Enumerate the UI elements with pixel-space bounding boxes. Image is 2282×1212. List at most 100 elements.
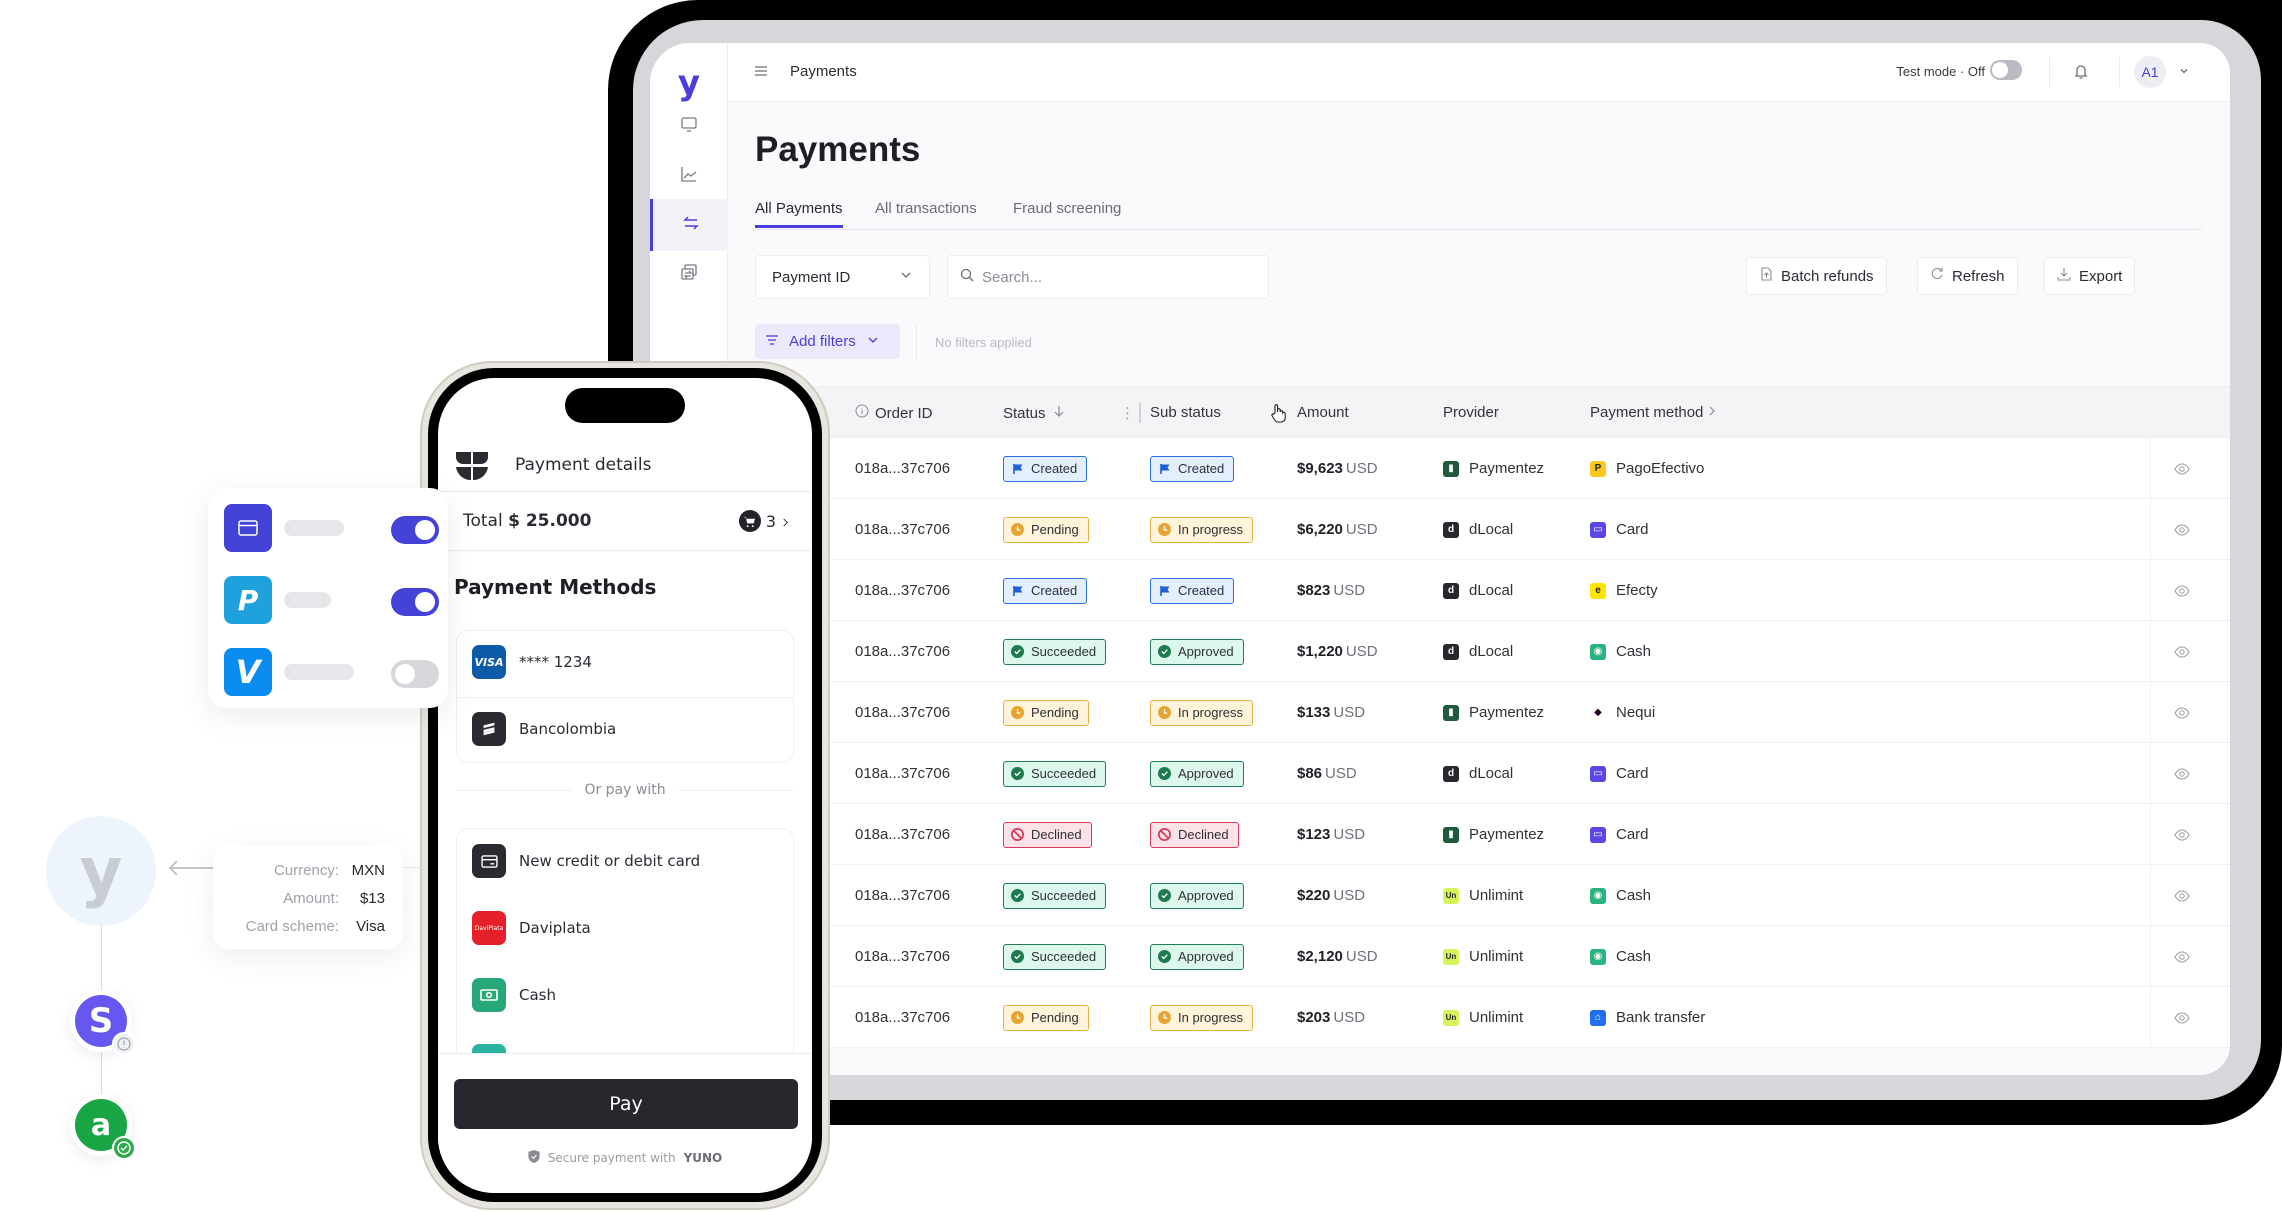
- view-details-eye-icon[interactable]: [2152, 682, 2212, 743]
- currency: USD: [1333, 1009, 1366, 1026]
- view-details-eye-icon[interactable]: [2152, 804, 2212, 865]
- pay-button[interactable]: Pay: [454, 1079, 798, 1129]
- saved-method-visa[interactable]: VISA **** 1234: [472, 645, 592, 679]
- batch-refunds-button[interactable]: Batch refunds: [1746, 257, 1887, 295]
- status-text: Succeeded: [1031, 888, 1097, 903]
- payment-method-name: Nequi: [1616, 704, 1656, 721]
- test-mode-toggle[interactable]: [1990, 60, 2022, 80]
- column-label: Provider: [1443, 404, 1499, 421]
- method-new-card[interactable]: New credit or debit card: [472, 844, 700, 878]
- provider-node-stripe: S: [70, 990, 136, 1056]
- tab-fraud-screening[interactable]: Fraud screening: [1013, 200, 1121, 225]
- view-details-eye-icon[interactable]: [2152, 560, 2212, 621]
- avatar[interactable]: A1: [2134, 56, 2166, 88]
- saved-method-bancolombia[interactable]: Bancolombia: [472, 712, 616, 746]
- status-succeeded-icon: [1011, 950, 1024, 963]
- search-input[interactable]: Search...: [947, 255, 1269, 299]
- view-details-eye-icon[interactable]: [2152, 438, 2212, 499]
- order-id-cell[interactable]: 018a...37c706: [855, 499, 950, 560]
- sidebar-item-overview[interactable]: [650, 101, 728, 151]
- sub-status-badge: In progress: [1150, 516, 1254, 543]
- order-id-cell[interactable]: 018a...37c706: [855, 987, 950, 1048]
- provider-name: Unlimint: [1469, 887, 1524, 904]
- column-header-sub-status[interactable]: Sub status: [1150, 404, 1221, 421]
- table-row[interactable]: ba0018a...37c706CreatedCreated$823USDddL…: [650, 560, 2230, 621]
- view-details-eye-icon[interactable]: [2152, 987, 2212, 1048]
- bell-icon[interactable]: [2072, 62, 2090, 80]
- provider-cell: ▮ Paymentez: [1443, 804, 1544, 865]
- refresh-icon: [1930, 267, 1944, 285]
- toggle-card[interactable]: [391, 516, 439, 544]
- order-id-cell[interactable]: 018a...37c706: [855, 560, 950, 621]
- order-id-cell[interactable]: 018a...37c706: [855, 743, 950, 804]
- flow-connector: [101, 926, 102, 1000]
- status-badge: Created: [1003, 577, 1088, 604]
- table-row[interactable]: ba0018a...37c706SucceededApproved$220USD…: [650, 865, 2230, 926]
- table-row[interactable]: ba0018a...37c706DeclinedDeclined$123USD▮…: [650, 804, 2230, 865]
- sub-status-badge: Approved: [1150, 882, 1244, 909]
- method-daviplata[interactable]: DaviPlata Daviplata: [472, 911, 591, 945]
- view-details-eye-icon[interactable]: [2152, 621, 2212, 682]
- refresh-button[interactable]: Refresh: [1917, 257, 2018, 295]
- sub-status-badge: In progress: [1150, 1004, 1254, 1031]
- table-row[interactable]: ba0018a...37c706SucceededApproved$1,220U…: [650, 621, 2230, 682]
- sidebar-item-payments[interactable]: [650, 199, 728, 251]
- sub-status-cell: Approved: [1150, 926, 1244, 987]
- table-row[interactable]: ba0018a...37c706CreatedCreated$9,623USD▮…: [650, 438, 2230, 499]
- amount-value: $123: [1297, 826, 1331, 843]
- table-row[interactable]: ba0018a...37c706SucceededApproved$86USDd…: [650, 743, 2230, 804]
- view-details-eye-icon[interactable]: [2152, 865, 2212, 926]
- cart-summary-button[interactable]: 3: [738, 510, 790, 532]
- table-row[interactable]: ba0018a...37c706PendingIn progress$203US…: [650, 987, 2230, 1048]
- payment-method-cell: ◉ Cash: [1590, 865, 1651, 926]
- sidebar-item-reconciliation[interactable]: [650, 249, 728, 299]
- export-button[interactable]: Export: [2044, 257, 2136, 295]
- tab-all-transactions[interactable]: All transactions: [875, 200, 977, 225]
- column-header-order-id[interactable]: Order ID: [855, 404, 933, 422]
- hamburger-menu-icon[interactable]: [753, 63, 769, 79]
- column-menu-kebab-icon[interactable]: ⋮: [1120, 404, 1135, 422]
- sub-status-in-progress-icon: [1158, 706, 1171, 719]
- sidebar-item-analytics[interactable]: [650, 151, 728, 201]
- status-badge: Succeeded: [1003, 943, 1107, 970]
- chevron-down-icon[interactable]: [2178, 64, 2190, 76]
- column-header-amount[interactable]: Amount: [1297, 404, 1349, 421]
- toggle-paypal[interactable]: [391, 588, 439, 616]
- table-row[interactable]: ba0018a...37c706SucceededApproved$2,120U…: [650, 926, 2230, 987]
- order-id-cell[interactable]: 018a...37c706: [855, 438, 950, 499]
- provider-name: Paymentez: [1469, 460, 1545, 477]
- toggle-venmo[interactable]: [391, 660, 439, 688]
- page-title: Payments: [755, 130, 921, 169]
- column-header-status[interactable]: Status: [1003, 404, 1066, 422]
- order-id-cell[interactable]: 018a...37c706: [855, 682, 950, 743]
- or-pay-with-text: Or pay with: [584, 782, 666, 798]
- payment-method-cell: ◆ Nequi: [1590, 682, 1655, 743]
- order-id-cell[interactable]: 018a...37c706: [855, 865, 950, 926]
- sort-arrow-down-icon[interactable]: [1052, 404, 1066, 422]
- order-id-cell[interactable]: 018a...37c706: [855, 804, 950, 865]
- column-header-payment-method[interactable]: Payment method: [1590, 404, 1703, 421]
- status-text: Created: [1031, 583, 1078, 598]
- column-resize-handle[interactable]: [1139, 403, 1141, 423]
- chevron-right-icon[interactable]: [1705, 404, 1719, 418]
- status-created-icon: [1011, 584, 1024, 597]
- view-details-eye-icon[interactable]: [2152, 499, 2212, 560]
- method-cash[interactable]: Cash: [472, 978, 556, 1012]
- order-id-cell[interactable]: 018a...37c706: [855, 621, 950, 682]
- status-cell: Succeeded: [1003, 865, 1107, 926]
- column-header-provider[interactable]: Provider: [1443, 404, 1499, 421]
- order-id-cell[interactable]: 018a...37c706: [855, 926, 950, 987]
- payment-methods-heading: Payment Methods: [454, 575, 657, 599]
- add-filters-button[interactable]: Add filters: [755, 324, 900, 359]
- sub-status-cell: Approved: [1150, 621, 1244, 682]
- table-row[interactable]: ba0018a...37c706PendingIn progress$6,220…: [650, 499, 2230, 560]
- view-details-eye-icon[interactable]: [2152, 926, 2212, 987]
- tab-all-payments[interactable]: All Payments: [755, 200, 843, 228]
- filter-field-select[interactable]: Payment ID: [755, 255, 930, 299]
- brand-logo[interactable]: y: [650, 63, 728, 103]
- view-details-eye-icon[interactable]: [2152, 743, 2212, 804]
- sub-status-in-progress-icon: [1158, 1011, 1171, 1024]
- table-row[interactable]: ba0018a...37c706PendingIn progress$133US…: [650, 682, 2230, 743]
- provider-name: Paymentez: [1469, 704, 1545, 721]
- method-label: New credit or debit card: [519, 852, 701, 870]
